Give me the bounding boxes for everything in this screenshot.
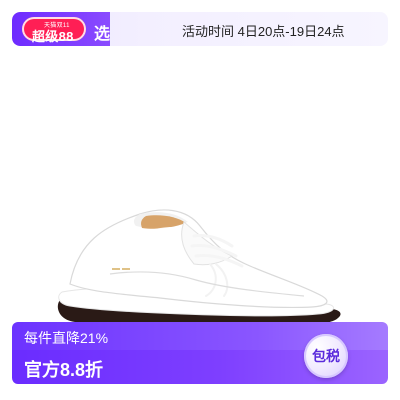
top-banner: 天猫双11 超级88 选 活动时间 4日20点-19日24点 bbox=[12, 12, 388, 46]
tax-badge: 包税 bbox=[304, 334, 348, 378]
promo-offer-line: 官方8.8折 bbox=[24, 360, 104, 380]
tax-badge-label: 包税 bbox=[312, 348, 340, 364]
promo-select-label: 选 bbox=[94, 26, 111, 43]
promo-badge-icon: 天猫双11 超级88 bbox=[22, 17, 86, 44]
promo-discount-line: 每件直降21% bbox=[24, 330, 109, 346]
promo-badge-label: 超级88 bbox=[32, 29, 74, 44]
shoe-illustration bbox=[57, 209, 341, 328]
activity-time: 活动时间 4日20点-19日24点 bbox=[182, 24, 345, 39]
product-card[interactable]: 天猫双11 超级88 选 活动时间 4日20点-19日24点 每件直降21% 官… bbox=[0, 0, 400, 400]
promo-badge-container: 天猫双11 超级88 选 bbox=[12, 12, 110, 46]
product-image[interactable] bbox=[0, 60, 400, 330]
